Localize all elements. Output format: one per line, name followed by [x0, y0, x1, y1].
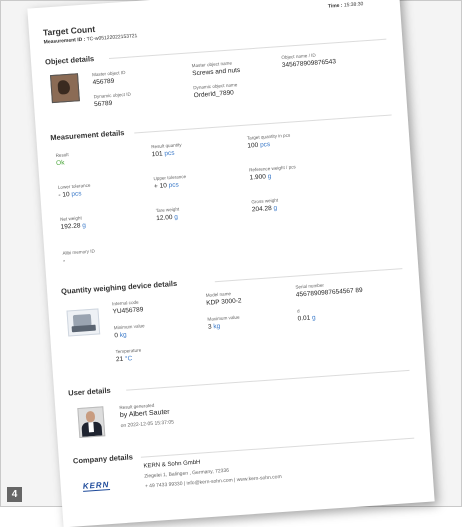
measurement-id-label: Measurement ID :: [43, 36, 86, 46]
measurement-id-value: TC-w05122022153721: [86, 33, 138, 43]
tare-weight-number: 12.00: [156, 213, 173, 223]
target-quantity-label: Target quantity in pcs: [246, 132, 291, 141]
divider: [214, 268, 403, 283]
alibi-memory-label: Alibi memory ID: [62, 248, 95, 256]
alibi-memory-value: -: [62, 257, 66, 265]
object-photo: [50, 73, 80, 104]
serial-number-label: Serial number: [295, 282, 325, 290]
time-stamp: Time : 15:38:30: [328, 1, 364, 9]
figure-number-badge: 4: [7, 487, 22, 502]
lower-tolerance-label: Lower tolerance: [57, 182, 91, 190]
time-label: Time :: [327, 2, 343, 10]
gross-weight-value: 204.28 g: [252, 205, 278, 214]
generated-by: by Albert Sauter: [119, 408, 170, 420]
dynamic-object-name-value: OrderId_7890: [193, 89, 235, 100]
net-weight-label: Net weight: [59, 215, 82, 222]
minimum-value-unit: kg: [119, 331, 127, 339]
temperature-value: 21 °C: [116, 355, 133, 363]
model-name-label: Model name: [205, 291, 232, 298]
temperature-unit: °C: [124, 355, 133, 363]
scale-device-image: [66, 308, 101, 337]
divider: [108, 38, 387, 60]
device-details-heading: Quantity weighing device details: [60, 278, 178, 296]
d-number: 0.01: [297, 314, 311, 323]
minimum-value-label: Minimum value: [113, 323, 145, 331]
temperature-label: Temperature: [115, 347, 142, 355]
avatar-shirt: [88, 422, 95, 433]
company-details-heading: Company details: [72, 452, 134, 466]
reference-weight-label: Reference weight / pcs: [248, 164, 296, 173]
generated-on: on 2022-12-05 15:37:05: [120, 419, 175, 430]
company-name: KERN & Sohn GmbH: [143, 459, 201, 470]
result-quantity-value: 101 pcs: [152, 150, 175, 159]
divider: [140, 437, 415, 458]
scale-base: [71, 324, 96, 333]
result-quantity-label: Result quantity: [151, 142, 182, 150]
maximum-value-number: 3: [207, 323, 212, 331]
temperature-number: 21: [115, 355, 124, 364]
maximum-value-value: 3 kg: [208, 323, 221, 331]
measurement-details-heading: Measurement details: [50, 128, 125, 143]
gross-weight-number: 204.28: [251, 205, 272, 214]
master-object-id-label: Master object ID: [91, 69, 126, 78]
object-name-id-label: Object name / ID: [281, 52, 316, 61]
upper-tolerance-value: + 10 pcs: [154, 181, 179, 190]
tare-weight-unit: g: [174, 213, 179, 221]
time-value: 15:38:30: [343, 1, 364, 9]
net-weight-unit: g: [82, 222, 87, 230]
gross-weight-unit: g: [273, 204, 278, 212]
net-weight-value: 192.28 g: [60, 222, 86, 231]
maximum-value-unit: kg: [213, 322, 221, 331]
report-page: Target Count Measurement ID : TC-w051220…: [27, 0, 435, 527]
divider: [134, 114, 392, 134]
target-quantity-unit: pcs: [259, 141, 271, 149]
tare-weight-label: Tare weight: [155, 206, 180, 214]
d-value: 0.01 g: [297, 314, 316, 322]
user-details-heading: User details: [67, 385, 111, 398]
figure-frame: Target Count Measurement ID : TC-w051220…: [0, 0, 462, 527]
upper-tolerance-unit: pcs: [168, 181, 180, 190]
avatar-head: [85, 410, 96, 423]
d-label: d: [296, 308, 300, 314]
target-quantity-number: 100: [247, 141, 259, 150]
target-quantity-value: 100 pcs: [247, 141, 270, 150]
master-object-name-value: Screws and nuts: [192, 66, 241, 78]
result-quantity-number: 101: [151, 150, 163, 159]
reference-weight-value: 1.900 g: [249, 173, 271, 181]
reference-weight-unit: g: [267, 173, 272, 181]
upper-tolerance-number: + 10: [153, 182, 168, 191]
lower-tolerance-value: - 10 pcs: [58, 190, 82, 199]
result-quantity-unit: pcs: [164, 149, 175, 158]
user-avatar: [77, 406, 106, 439]
lower-tolerance-number: - 10: [58, 191, 70, 199]
gross-weight-label: Gross weight: [251, 197, 279, 205]
object-name-id-value: 345678909876543: [281, 58, 337, 69]
net-weight-number: 192.28: [60, 222, 81, 231]
upper-tolerance-label: Upper tolerance: [153, 173, 187, 182]
reference-weight-number: 1.900: [249, 173, 267, 182]
dynamic-object-id-label: Dynamic object ID: [93, 91, 131, 100]
master-object-id-value: 456789: [92, 77, 115, 87]
divider: [126, 369, 410, 391]
model-name-value: KDP 3000-2: [206, 297, 242, 307]
d-unit: g: [311, 314, 316, 322]
internal-code-label: Internal code: [111, 299, 139, 307]
minimum-value-value: 0 kg: [114, 331, 127, 339]
object-details-heading: Object details: [44, 54, 95, 67]
dynamic-object-id-value: 56789: [93, 99, 113, 109]
internal-code-value: YU456789: [112, 306, 144, 316]
minimum-value-number: 0: [114, 332, 119, 340]
maximum-value-label: Maximum value: [207, 314, 240, 322]
result-label: Result: [55, 152, 69, 158]
result-value: Ok: [55, 159, 65, 167]
kern-logo: KERN: [82, 480, 110, 492]
lower-tolerance-unit: pcs: [71, 190, 82, 198]
tare-weight-value: 12.00 g: [156, 214, 178, 222]
